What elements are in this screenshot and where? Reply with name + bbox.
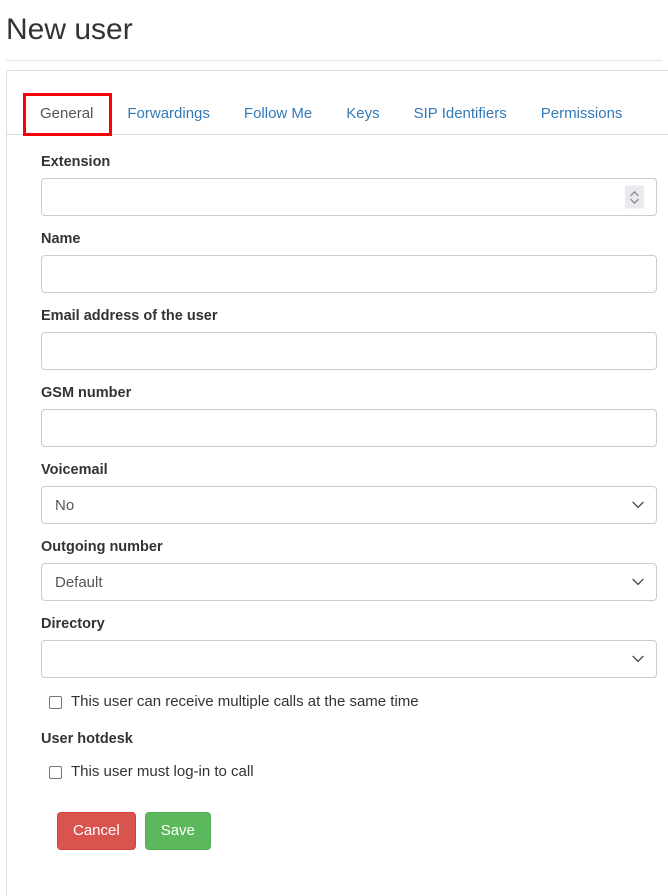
new-user-page: New user General Forwardings Follow Me K… bbox=[0, 0, 668, 896]
cancel-button[interactable]: Cancel bbox=[57, 812, 136, 850]
extension-label: Extension bbox=[41, 154, 111, 170]
hotdesk-login-checkbox-row[interactable]: This user must log-in to call bbox=[49, 762, 650, 782]
user-form-card: General Forwardings Follow Me Keys SIP I… bbox=[6, 70, 668, 896]
email-form-group: Email address of the user bbox=[41, 307, 657, 370]
hotdesk-login-checkbox[interactable] bbox=[49, 765, 62, 779]
extension-form-group: Extension bbox=[41, 153, 657, 216]
multiple-calls-label: This user can receive multiple calls at … bbox=[71, 693, 419, 710]
tab-sip-identifiers[interactable]: SIP Identifiers bbox=[397, 93, 524, 135]
email-input[interactable] bbox=[41, 332, 657, 370]
gsm-number-label: GSM number bbox=[41, 385, 132, 401]
extension-input[interactable] bbox=[41, 178, 657, 216]
extension-number-spinner[interactable] bbox=[625, 185, 644, 209]
gsm-number-form-group: GSM number bbox=[41, 384, 657, 447]
tab-bar: General Forwardings Follow Me Keys SIP I… bbox=[7, 71, 668, 136]
gsm-number-input[interactable] bbox=[41, 409, 657, 447]
chevron-up-icon bbox=[630, 190, 639, 196]
multiple-calls-checkbox[interactable] bbox=[49, 695, 62, 709]
voicemail-select[interactable]: No bbox=[41, 486, 657, 524]
directory-label: Directory bbox=[41, 616, 105, 632]
name-form-group: Name bbox=[41, 230, 657, 293]
page-title: New user bbox=[6, 13, 133, 46]
email-label: Email address of the user bbox=[41, 308, 218, 324]
directory-select[interactable] bbox=[41, 640, 657, 678]
outgoing-number-select[interactable]: Default bbox=[41, 563, 657, 601]
tab-permissions[interactable]: Permissions bbox=[524, 93, 640, 135]
user-hotdesk-heading: User hotdesk bbox=[41, 731, 133, 747]
save-button[interactable]: Save bbox=[144, 812, 211, 850]
tab-general[interactable]: General bbox=[23, 93, 111, 135]
tab-follow-me[interactable]: Follow Me bbox=[227, 93, 329, 135]
directory-form-group: Directory bbox=[41, 615, 657, 678]
tab-keys[interactable]: Keys bbox=[329, 93, 396, 135]
voicemail-form-group: Voicemail No bbox=[41, 461, 657, 524]
hotdesk-login-label: This user must log-in to call bbox=[71, 763, 254, 780]
chevron-down-icon bbox=[630, 198, 639, 204]
voicemail-label: Voicemail bbox=[41, 462, 108, 478]
general-tab-form: Extension Name Email address of the user… bbox=[7, 135, 668, 870]
outgoing-number-label: Outgoing number bbox=[41, 539, 163, 555]
title-divider bbox=[6, 60, 662, 61]
form-actions: Cancel Save bbox=[57, 812, 650, 870]
outgoing-number-form-group: Outgoing number Default bbox=[41, 538, 657, 601]
name-label: Name bbox=[41, 231, 81, 247]
name-input[interactable] bbox=[41, 255, 657, 293]
tab-forwardings[interactable]: Forwardings bbox=[110, 93, 227, 135]
multiple-calls-checkbox-row[interactable]: This user can receive multiple calls at … bbox=[49, 692, 650, 712]
